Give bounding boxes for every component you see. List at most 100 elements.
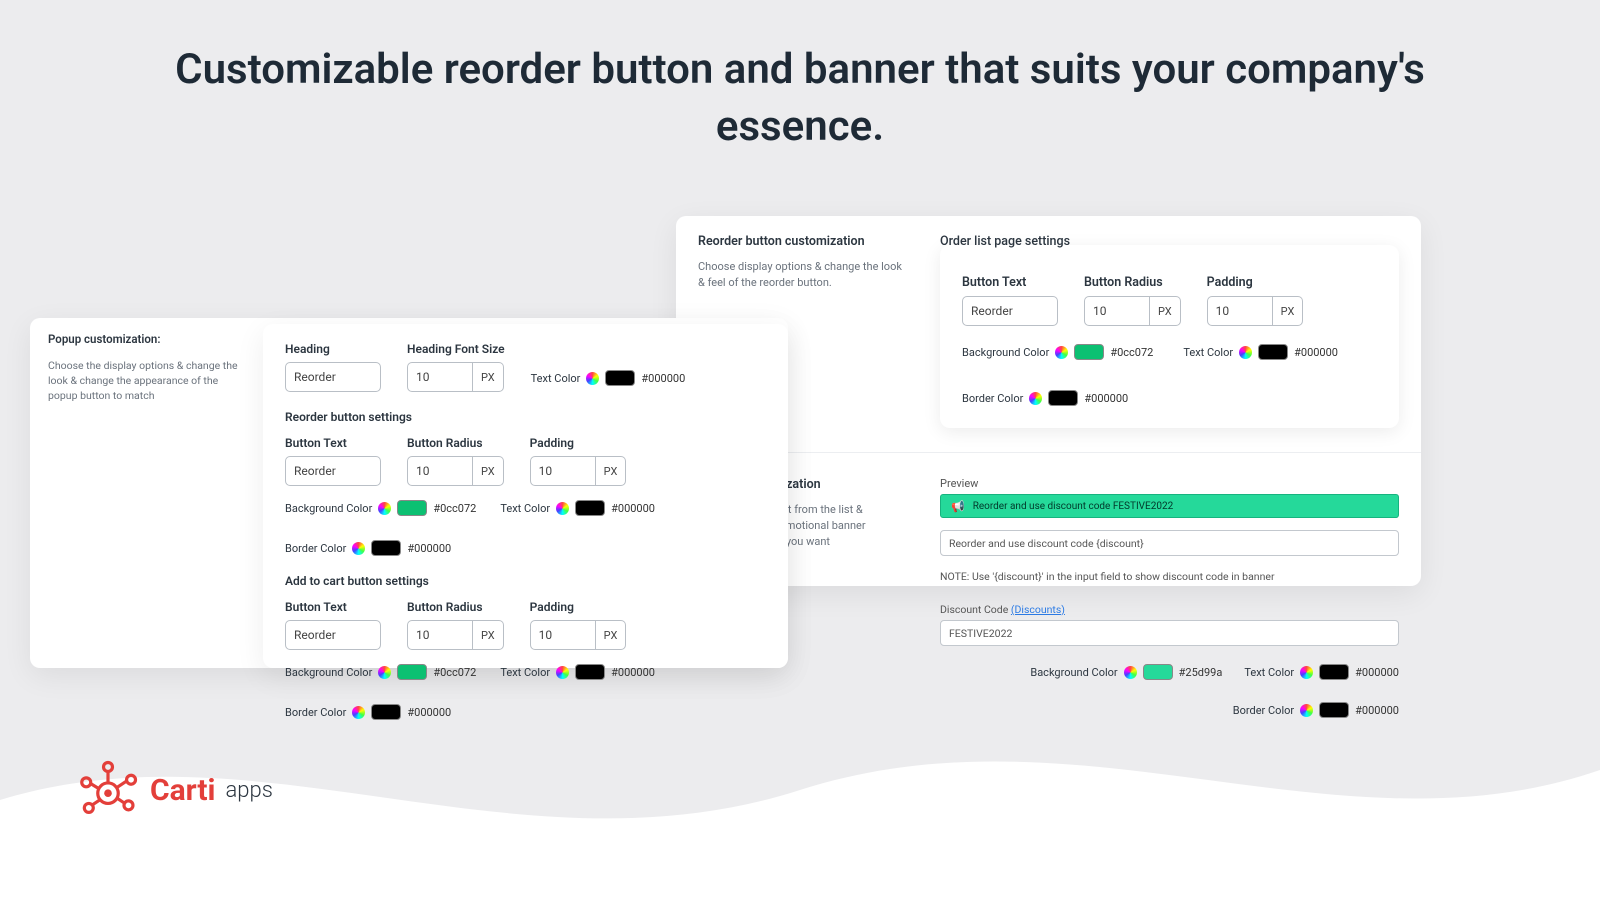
popup-settings-card: Heading Heading Font Size PX Text Color … — [263, 324, 788, 668]
padding-label: Padding — [1207, 275, 1304, 290]
color-wheel-icon — [378, 666, 391, 679]
hex-value: #0cc072 — [433, 666, 476, 679]
addcart-button-text-input[interactable] — [285, 620, 381, 650]
banner-text-input[interactable] — [940, 530, 1399, 556]
padding-input[interactable] — [1207, 296, 1273, 326]
border-color-picker[interactable]: Border Color #000000 — [962, 390, 1128, 406]
color-wheel-icon — [556, 502, 569, 515]
px-unit: PX — [596, 620, 627, 650]
color-wheel-icon — [352, 542, 365, 555]
button-radius-label: Button Radius — [407, 436, 504, 450]
color-wheel-icon — [1029, 392, 1042, 405]
megaphone-icon: 📢 — [951, 500, 965, 513]
color-wheel-icon — [378, 502, 391, 515]
color-wheel-icon — [1239, 346, 1252, 359]
button-text-label: Button Text — [962, 275, 1058, 290]
logo-icon — [76, 758, 140, 822]
button-text-label: Button Text — [285, 600, 381, 614]
button-radius-input[interactable] — [1084, 296, 1150, 326]
addcart-bg-color-picker[interactable]: Background Color #0cc072 — [285, 664, 476, 680]
text-color-label: Text Color — [1183, 346, 1233, 359]
bg-color-label: Background Color — [1030, 666, 1117, 679]
discount-code-label: Discount Code (Discounts) — [940, 603, 1399, 616]
button-text-input[interactable] — [962, 296, 1058, 326]
color-wheel-icon — [556, 666, 569, 679]
heading-label: Heading — [285, 342, 381, 356]
padding-label: Padding — [530, 600, 627, 614]
color-swatch — [397, 664, 427, 680]
addcart-text-color-picker[interactable]: Text Color #000000 — [500, 664, 655, 680]
banner-note: NOTE: Use '{discount}' in the input fiel… — [940, 570, 1399, 583]
discount-code-text: Discount Code — [940, 603, 1008, 616]
reorder-button-radius-input[interactable] — [407, 456, 473, 486]
px-unit: PX — [1273, 296, 1304, 326]
heading-font-size-input[interactable] — [407, 362, 473, 392]
reorder-customization-desc: Choose display options & change the look… — [698, 259, 908, 291]
button-text-label: Button Text — [285, 436, 381, 450]
bg-color-label: Background Color — [962, 346, 1049, 359]
border-color-label: Border Color — [962, 392, 1023, 405]
heading-input[interactable] — [285, 362, 381, 392]
color-wheel-icon — [1055, 346, 1068, 359]
text-color-label: Text Color — [500, 666, 550, 679]
discounts-link[interactable]: (Discounts) — [1011, 603, 1065, 616]
banner-preview: 📢 Reorder and use discount code FESTIVE2… — [940, 494, 1399, 518]
reorder-border-color-picker[interactable]: Border Color #000000 — [285, 540, 451, 556]
brand-suffix: apps — [226, 778, 273, 803]
reorder-button-settings-heading: Reorder button settings — [285, 410, 766, 424]
px-unit: PX — [473, 456, 504, 486]
banner-preview-text: Reorder and use discount code FESTIVE202… — [973, 501, 1174, 512]
color-wheel-icon — [1124, 666, 1137, 679]
hex-value: #000000 — [1294, 346, 1338, 359]
hex-value: #000000 — [611, 502, 655, 515]
text-color-label: Text Color — [531, 372, 581, 385]
banner-bg-color-picker[interactable]: Background Color #25d99a — [1030, 664, 1222, 680]
px-unit: PX — [596, 456, 627, 486]
reorder-button-text-input[interactable] — [285, 456, 381, 486]
px-unit: PX — [1150, 296, 1181, 326]
text-color-picker[interactable]: Text Color #000000 — [1183, 344, 1338, 360]
bg-color-picker[interactable]: Background Color #0cc072 — [962, 344, 1153, 360]
hex-value: #0cc072 — [1110, 346, 1153, 359]
color-swatch — [575, 664, 605, 680]
hex-value: #000000 — [407, 542, 451, 555]
color-swatch — [371, 540, 401, 556]
heading-font-size-label: Heading Font Size — [407, 342, 505, 356]
add-to-cart-settings-heading: Add to cart button settings — [285, 574, 766, 588]
addcart-padding-input[interactable] — [530, 620, 596, 650]
popup-customization-desc: Choose the display options & change the … — [48, 358, 248, 404]
color-wheel-icon — [1300, 666, 1313, 679]
reorder-padding-input[interactable] — [530, 456, 596, 486]
hex-value: #000000 — [1355, 666, 1399, 679]
color-swatch — [1258, 344, 1288, 360]
brand-logo: Carti apps — [76, 758, 273, 822]
button-radius-label: Button Radius — [1084, 275, 1181, 290]
order-list-card: Button Text Button Radius PX Padding — [940, 245, 1399, 428]
color-swatch — [1319, 664, 1349, 680]
hex-value: #000000 — [1084, 392, 1128, 405]
color-swatch — [605, 370, 635, 386]
addcart-button-radius-input[interactable] — [407, 620, 473, 650]
color-swatch — [575, 500, 605, 516]
hex-value: #0cc072 — [433, 502, 476, 515]
hex-value: #25d99a — [1179, 666, 1223, 679]
discount-code-input[interactable] — [940, 620, 1399, 646]
px-unit: PX — [473, 620, 504, 650]
bg-color-label: Background Color — [285, 502, 372, 515]
color-swatch — [397, 500, 427, 516]
reorder-bg-color-picker[interactable]: Background Color #0cc072 — [285, 500, 476, 516]
preview-label: Preview — [940, 477, 1399, 490]
border-color-label: Border Color — [285, 542, 346, 555]
reorder-text-color-picker[interactable]: Text Color#000000 — [500, 500, 655, 516]
px-unit: PX — [473, 362, 504, 392]
color-wheel-icon — [586, 372, 599, 385]
text-color-label: Text Color — [1244, 666, 1294, 679]
padding-label: Padding — [530, 436, 627, 450]
reorder-customization-title: Reorder button customization — [698, 234, 908, 249]
color-swatch — [1048, 390, 1078, 406]
bg-color-label: Background Color — [285, 666, 372, 679]
heading-text-color-picker[interactable]: Text Color #000000 — [531, 370, 686, 386]
banner-text-color-picker[interactable]: Text Color #000000 — [1244, 664, 1399, 680]
color-swatch — [1074, 344, 1104, 360]
hex-value: #000000 — [611, 666, 655, 679]
